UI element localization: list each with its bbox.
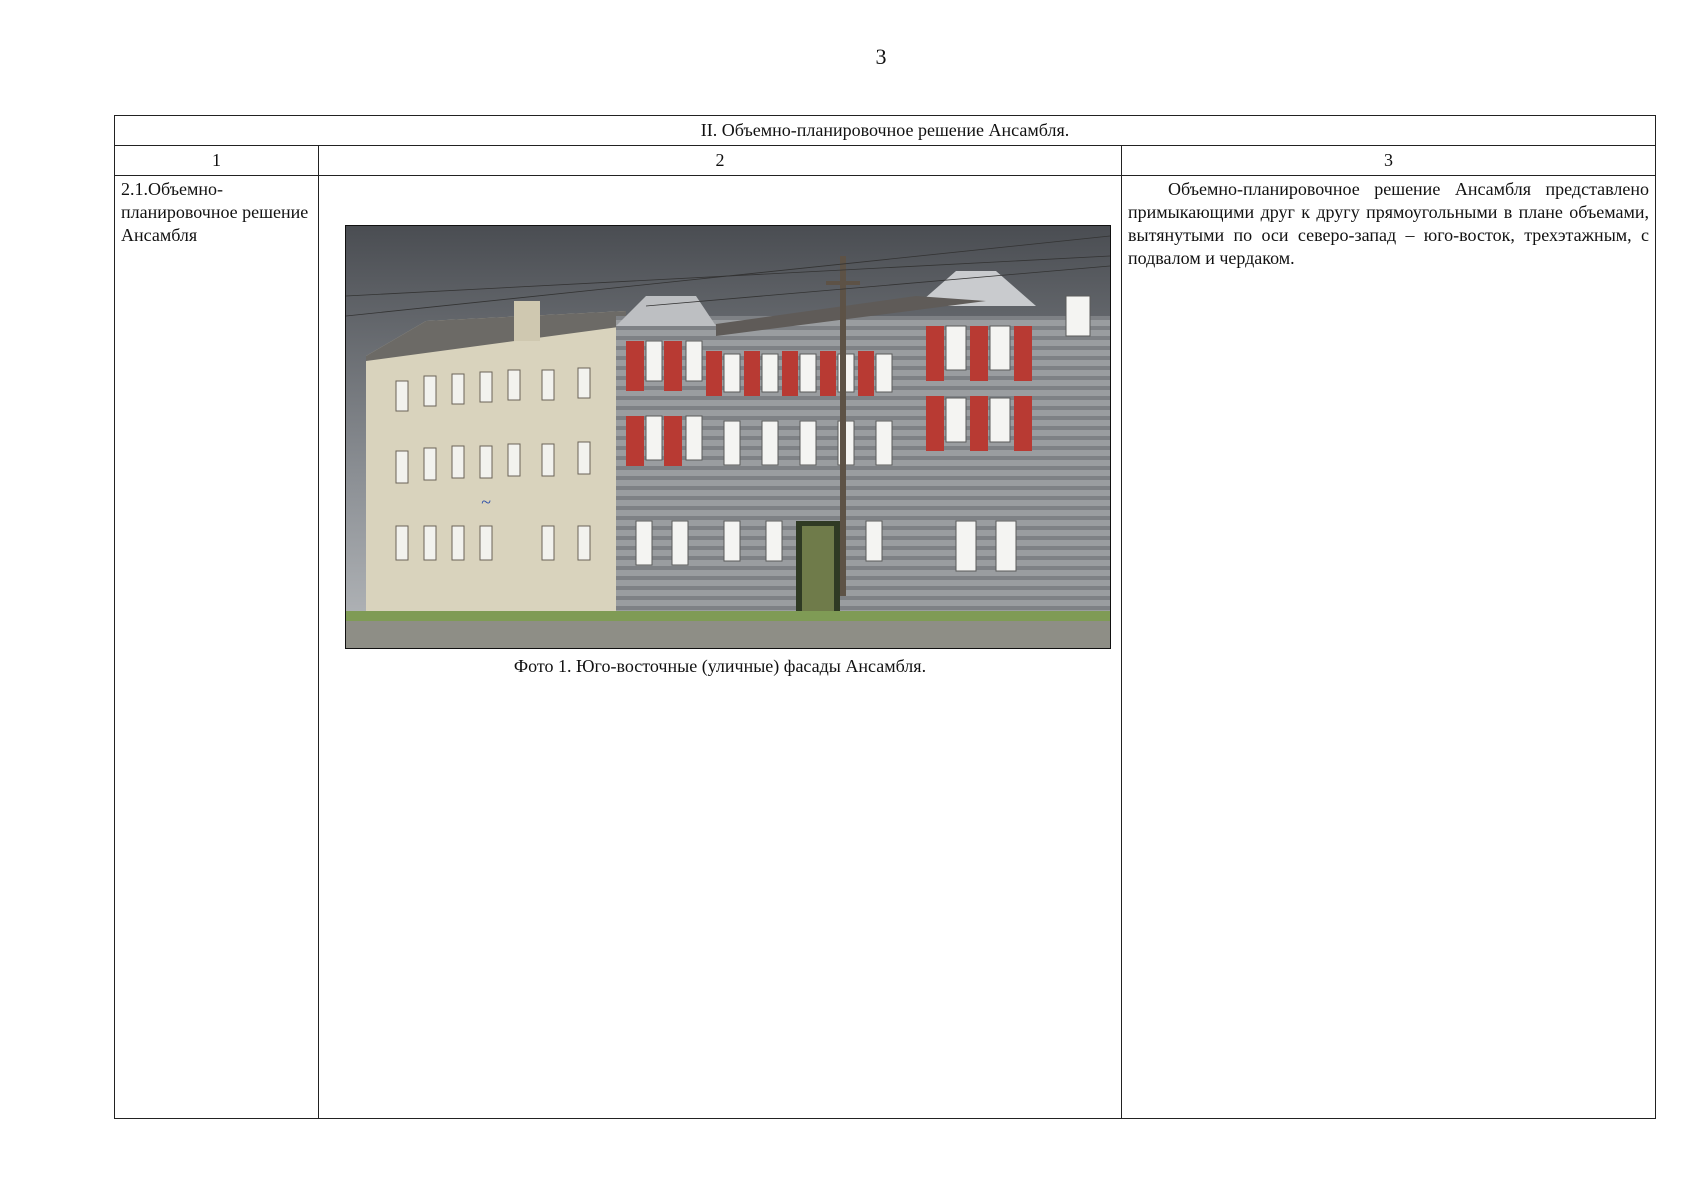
svg-text:~: ~ [481, 492, 491, 512]
table-row: 2.1.Объемно-планировочное решение Ансамб… [114, 175, 1657, 1119]
page-number: 3 [875, 44, 887, 69]
column-number-3: 3 [1120, 145, 1657, 176]
row-label: 2.1.Объемно-планировочное решение Ансамб… [114, 175, 319, 1119]
row-description: Объемно-планировочное решение Ансамбля п… [1120, 175, 1657, 1119]
column-number-2: 2 [318, 145, 1122, 176]
ensemble-table: II. Объемно-планировочное решение Ансамб… [113, 115, 1657, 1119]
photo-caption: Фото 1. Юго-восточные (уличные) фасады А… [513, 656, 927, 676]
photo-cell: ~ Фото 1. Юго-восточные (уличные) фасады… [318, 175, 1122, 1119]
section-title: II. Объемно-планировочное решение Ансамб… [113, 115, 1657, 146]
column-number-1: 1 [114, 145, 319, 176]
facade-photo: ~ [345, 225, 1111, 649]
